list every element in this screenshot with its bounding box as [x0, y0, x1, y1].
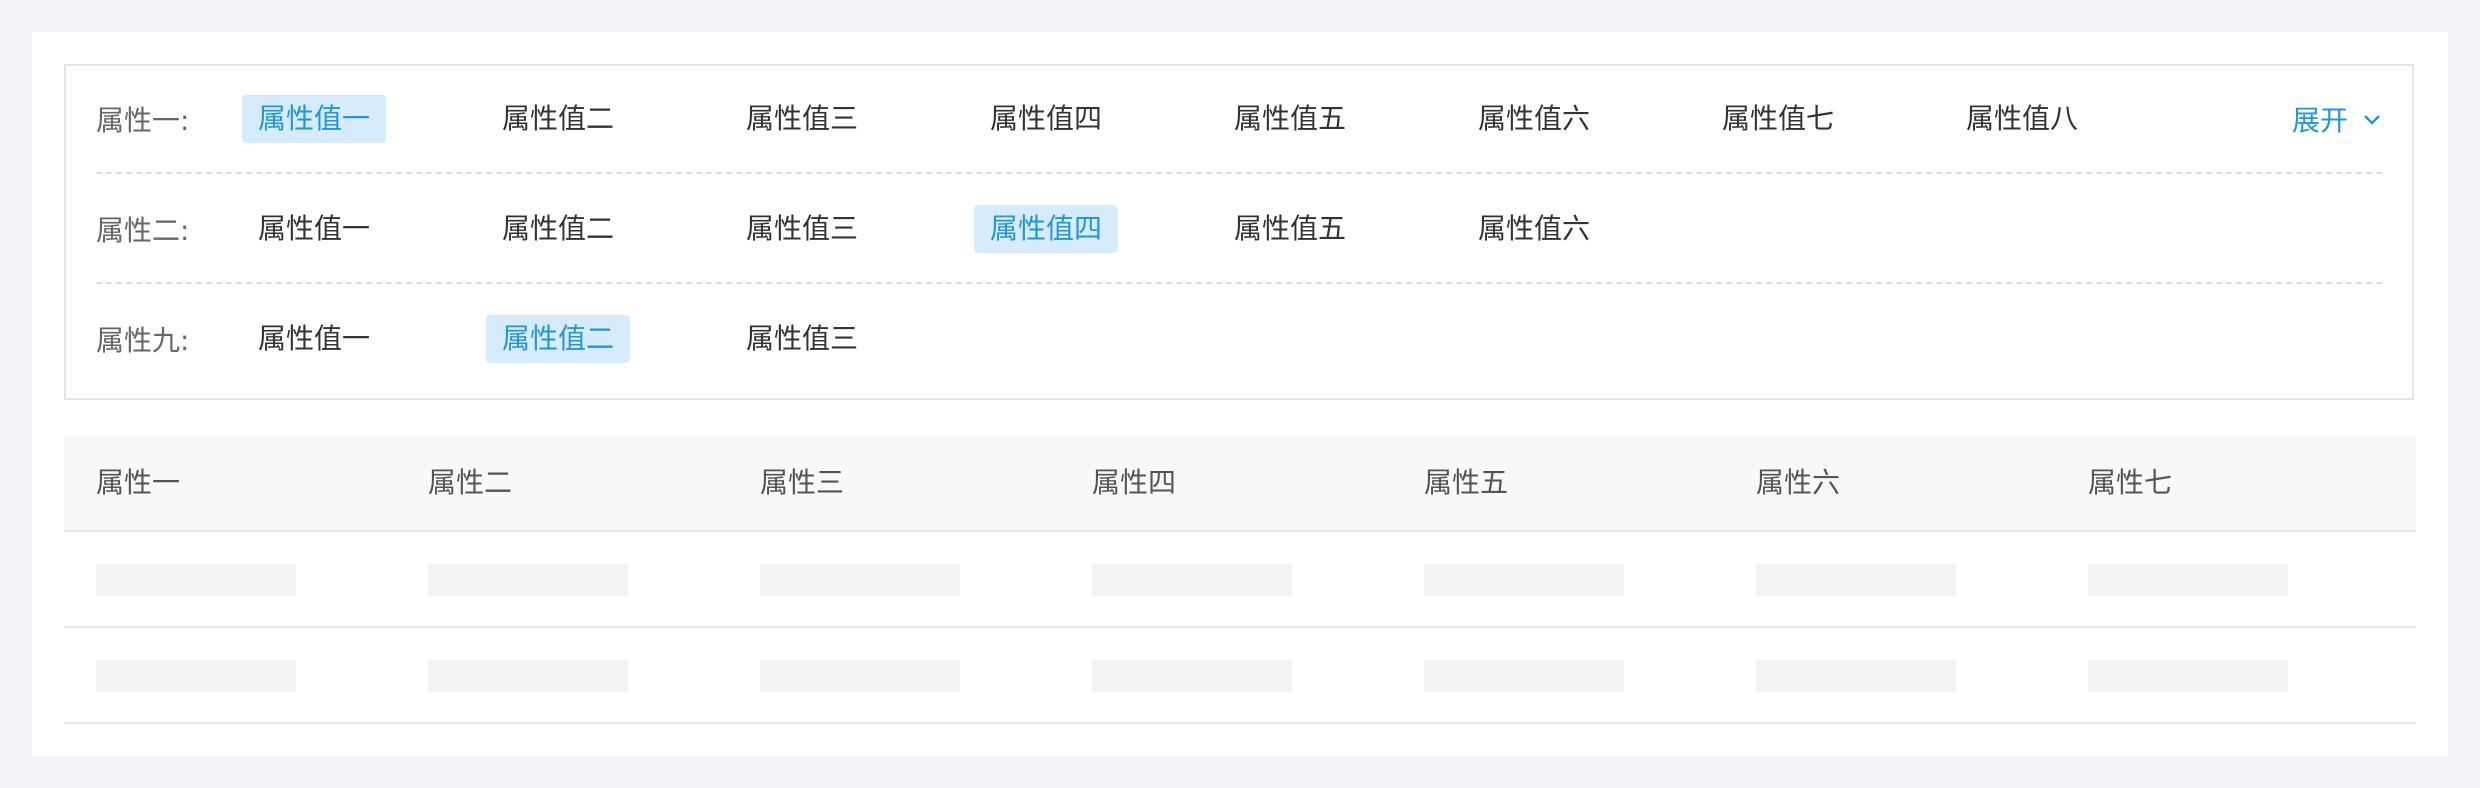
row-divider	[96, 172, 2382, 174]
filter-option[interactable]: 属性值三	[730, 205, 874, 253]
chevron-down-icon	[2364, 115, 2380, 125]
filter-option[interactable]: 属性值一	[242, 205, 386, 253]
column-header[interactable]: 属性三	[760, 436, 844, 530]
filter-option[interactable]: 属性值一	[242, 315, 386, 363]
loading-skeleton-cell	[96, 660, 296, 692]
column-header[interactable]: 属性六	[1756, 436, 1840, 530]
filter-option[interactable]: 属性值二	[486, 95, 630, 143]
filter-option[interactable]: 属性值八	[1950, 95, 2094, 143]
filter-row-label: 属性九:	[96, 324, 190, 357]
column-header[interactable]: 属性二	[428, 436, 512, 530]
loading-skeleton-cell	[428, 564, 628, 596]
filter-option[interactable]: 属性值三	[730, 315, 874, 363]
filter-row-attr-2: 属性二: 属性值一 属性值二 属性值三 属性值四 属性值五 属性值六	[66, 176, 2412, 286]
table-header: 属性一 属性二 属性三 属性四 属性五 属性六 属性七	[64, 436, 2416, 532]
loading-skeleton-cell	[96, 564, 296, 596]
filter-row-label: 属性二:	[96, 214, 190, 247]
filter-option-selected[interactable]: 属性值四	[974, 205, 1119, 253]
filter-option[interactable]: 属性值二	[486, 205, 630, 253]
row-divider	[96, 282, 2382, 284]
loading-skeleton-cell	[1424, 564, 1624, 596]
attribute-filter-panel: 属性一: 属性值一 属性值二 属性值三 属性值四 属性值五 属性值六 属性值七 …	[64, 64, 2414, 400]
filter-option-selected[interactable]: 属性值二	[486, 315, 631, 363]
data-table: 属性一 属性二 属性三 属性四 属性五 属性六 属性七	[64, 436, 2416, 724]
table-row	[64, 628, 2416, 724]
filter-option[interactable]: 属性值三	[730, 95, 874, 143]
loading-skeleton-cell	[1756, 564, 1956, 596]
expand-toggle-button[interactable]: 展开	[2292, 66, 2382, 176]
loading-skeleton-cell	[428, 660, 628, 692]
column-header[interactable]: 属性一	[96, 436, 180, 530]
column-header[interactable]: 属性四	[1092, 436, 1176, 530]
loading-skeleton-cell	[2088, 564, 2288, 596]
filter-option[interactable]: 属性值五	[1218, 95, 1362, 143]
column-header[interactable]: 属性七	[2088, 436, 2172, 530]
expand-label: 展开	[2291, 104, 2348, 137]
filter-row-attr-9: 属性九: 属性值一 属性值二 属性值三	[66, 286, 2412, 396]
table-row	[64, 532, 2416, 628]
filter-option[interactable]: 属性值四	[974, 95, 1118, 143]
loading-skeleton-cell	[1756, 660, 1956, 692]
filter-option[interactable]: 属性值六	[1462, 95, 1606, 143]
filter-option-selected[interactable]: 属性值一	[242, 95, 387, 143]
filter-row-attr-1: 属性一: 属性值一 属性值二 属性值三 属性值四 属性值五 属性值六 属性值七 …	[66, 66, 2412, 176]
loading-skeleton-cell	[1424, 660, 1624, 692]
loading-skeleton-cell	[1092, 564, 1292, 596]
loading-skeleton-cell	[2088, 660, 2288, 692]
column-header[interactable]: 属性五	[1424, 436, 1508, 530]
loading-skeleton-cell	[760, 564, 960, 596]
filter-option[interactable]: 属性值七	[1706, 95, 1850, 143]
filter-row-label: 属性一:	[96, 104, 190, 137]
filter-option[interactable]: 属性值六	[1462, 205, 1606, 253]
loading-skeleton-cell	[1092, 660, 1292, 692]
filter-option[interactable]: 属性值五	[1218, 205, 1362, 253]
loading-skeleton-cell	[760, 660, 960, 692]
